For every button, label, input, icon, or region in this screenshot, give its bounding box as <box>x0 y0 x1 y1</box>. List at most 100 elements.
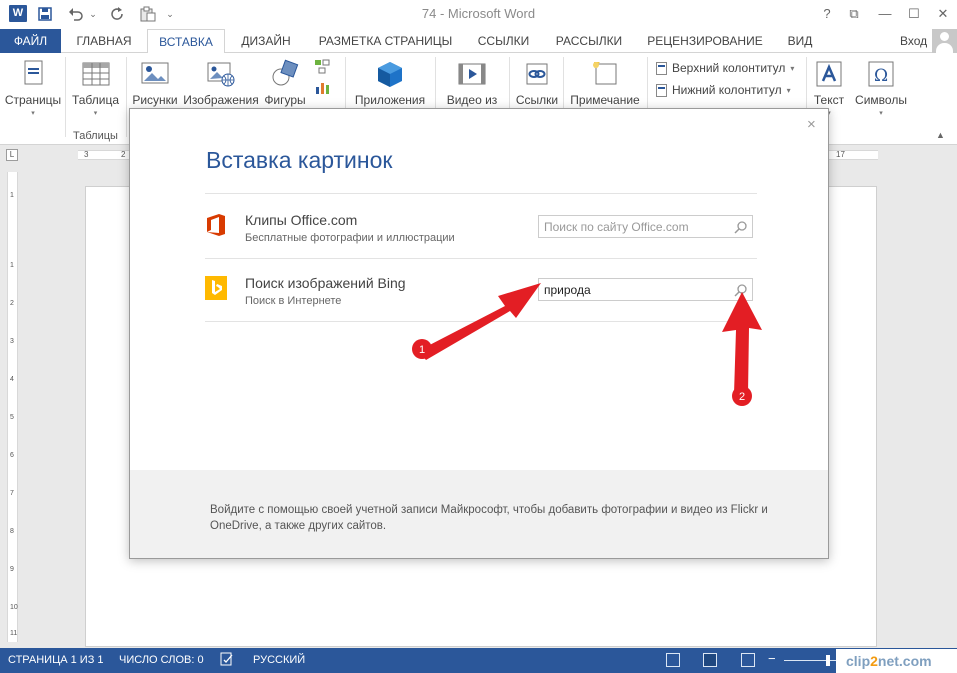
ribbon-separator <box>65 57 66 137</box>
links-button[interactable]: Ссылки <box>513 57 561 107</box>
smartart-icon <box>314 59 330 75</box>
tab-home[interactable]: ГЛАВНАЯ <box>66 29 142 53</box>
table-icon <box>81 59 111 89</box>
ruler-number: 3 <box>84 150 89 159</box>
minimize-button[interactable]: — <box>874 4 896 24</box>
pages-button[interactable]: Страницы ▾ <box>3 57 63 117</box>
group-label-tables: Таблицы <box>73 130 118 142</box>
vruler-number: 8 <box>10 528 14 535</box>
vruler-number: 9 <box>10 566 14 573</box>
print-layout-icon[interactable] <box>703 653 717 667</box>
tab-references[interactable]: ССЫЛКИ <box>468 29 539 53</box>
dialog-title: Вставка картинок <box>206 147 393 173</box>
vertical-ruler[interactable]: 1 1 2 3 4 5 6 7 8 9 10 11 <box>7 172 18 642</box>
tab-selector[interactable]: L <box>6 149 18 161</box>
avatar[interactable] <box>932 29 957 53</box>
proofing-icon[interactable] <box>220 652 234 669</box>
language-status[interactable]: РУССКИЙ <box>253 654 305 666</box>
collapse-ribbon-icon[interactable]: ▲ <box>936 130 945 140</box>
zoom-out-icon[interactable]: − <box>768 651 776 666</box>
pages-dropdown-icon: ▾ <box>31 110 35 117</box>
tab-insert[interactable]: ВСТАВКА <box>147 29 225 54</box>
vruler-number: 4 <box>10 376 14 383</box>
page-count-status[interactable]: СТРАНИЦА 1 ИЗ 1 <box>8 654 104 666</box>
close-window-button[interactable]: ✕ <box>932 4 954 24</box>
tab-file[interactable]: ФАЙЛ <box>0 29 61 53</box>
ribbon-separator <box>126 57 127 137</box>
chart-icon <box>314 79 330 95</box>
vruler-number: 6 <box>10 452 14 459</box>
ruler-number: 17 <box>836 150 845 159</box>
ribbon-display-options-button[interactable]: ⧉ <box>843 4 865 24</box>
source-title-bing: Поиск изображений Bing <box>245 275 406 291</box>
bing-search-input[interactable] <box>538 278 753 301</box>
online-video-button[interactable]: Видео из <box>440 57 504 107</box>
smartart-button[interactable] <box>311 57 333 79</box>
header-button[interactable]: Верхний колонтитул ▾ <box>656 61 794 75</box>
symbols-button[interactable]: Ω Символы ▾ <box>852 57 910 117</box>
divider <box>205 321 757 322</box>
omega-icon: Ω <box>866 59 896 89</box>
word-count-status[interactable]: ЧИСЛО СЛОВ: 0 <box>119 654 204 666</box>
symbols-dropdown-icon: ▾ <box>879 110 883 117</box>
sign-in-hint: Войдите с помощью своей учетной записи М… <box>210 504 768 532</box>
bing-search-icon[interactable] <box>734 283 748 297</box>
divider <box>205 193 757 194</box>
chart-button[interactable] <box>311 77 333 99</box>
text-box-icon <box>814 59 844 89</box>
read-mode-icon[interactable] <box>666 653 680 667</box>
title-bar: W ⌄ ⌄ 74 - Microsoft Word ? ⧉ — ☐ ✕ <box>0 0 957 29</box>
tab-mailings[interactable]: РАССЫЛКИ <box>544 29 634 53</box>
watermark: clip2net.com <box>836 649 957 673</box>
tab-design[interactable]: ДИЗАЙН <box>229 29 303 53</box>
pages-icon <box>18 59 48 89</box>
bing-icon <box>205 276 227 300</box>
shapes-icon <box>270 59 300 89</box>
help-button[interactable]: ? <box>816 4 838 24</box>
source-subtitle-office: Бесплатные фотографии и иллюстрации <box>245 232 455 244</box>
vruler-number: 2 <box>10 300 14 307</box>
table-button[interactable]: Таблица ▾ <box>68 57 123 117</box>
link-icon <box>522 59 552 89</box>
apps-store-icon <box>375 59 405 89</box>
vruler-number: 7 <box>10 490 14 497</box>
office-search-input[interactable] <box>538 215 753 238</box>
picture-icon <box>140 59 170 89</box>
online-pictures-button[interactable]: Изображения <box>180 57 262 107</box>
tab-layout[interactable]: РАЗМЕТКА СТРАНИЦЫ <box>308 29 463 53</box>
video-icon <box>457 59 487 89</box>
pictures-button[interactable]: Рисунки <box>130 57 180 107</box>
footer-button[interactable]: Нижний колонтитул ▾ <box>656 83 791 97</box>
footer-dropdown-icon: ▾ <box>786 85 791 95</box>
dialog-close-button[interactable]: × <box>807 116 816 133</box>
source-subtitle-bing: Поиск в Интернете <box>245 295 342 307</box>
sign-in-link[interactable]: Вход <box>900 34 927 48</box>
office-search-icon[interactable] <box>734 220 748 234</box>
status-bar: СТРАНИЦА 1 ИЗ 1 ЧИСЛО СЛОВ: 0 РУССКИЙ − <box>0 648 957 673</box>
maximize-button[interactable]: ☐ <box>903 4 925 24</box>
header-icon <box>656 61 667 75</box>
web-layout-icon[interactable] <box>741 653 755 667</box>
vruler-number: 1 <box>10 262 14 269</box>
vruler-number: 11 <box>10 630 18 637</box>
table-dropdown-icon: ▾ <box>93 110 98 117</box>
svg-text:Ω: Ω <box>874 66 888 86</box>
source-title-office: Клипы Office.com <box>245 212 358 228</box>
tab-view[interactable]: ВИД <box>776 29 824 53</box>
comment-button[interactable]: Примечание <box>566 57 644 107</box>
comment-icon <box>590 59 620 89</box>
header-dropdown-icon: ▾ <box>790 63 795 73</box>
ribbon-tabs: ФАЙЛ ГЛАВНАЯ ВСТАВКА ДИЗАЙН РАЗМЕТКА СТР… <box>0 29 957 54</box>
office-icon <box>205 213 227 237</box>
ruler-number: 2 <box>121 150 126 159</box>
zoom-slider[interactable] <box>784 660 844 661</box>
apps-button[interactable]: Приложения <box>350 57 430 107</box>
footer-icon <box>656 83 667 97</box>
tab-review[interactable]: РЕЦЕНЗИРОВАНИЕ <box>639 29 771 53</box>
vruler-number: 10 <box>10 604 18 611</box>
vruler-number: 1 <box>10 192 14 199</box>
insert-pictures-dialog: × Вставка картинок Клипы Office.com Бесп… <box>129 108 829 559</box>
window-title: 74 - Microsoft Word <box>421 6 536 21</box>
zoom-slider-thumb[interactable] <box>826 655 830 666</box>
divider <box>205 258 757 259</box>
